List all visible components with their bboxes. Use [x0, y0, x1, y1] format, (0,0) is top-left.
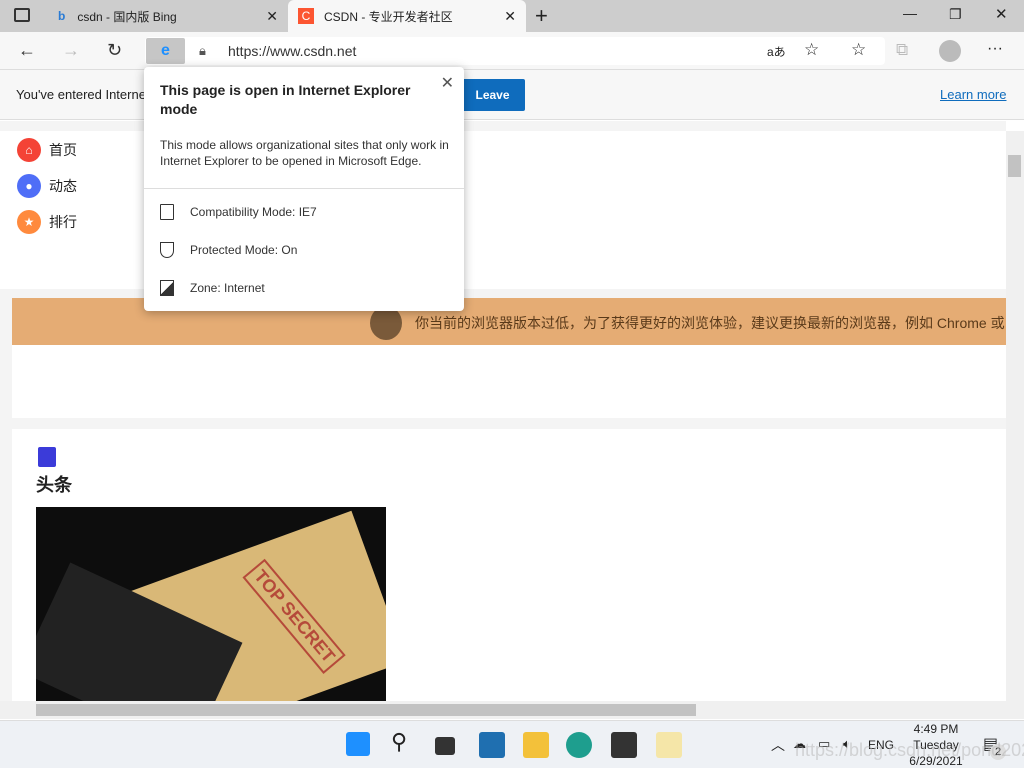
file-explorer-icon[interactable]	[523, 732, 549, 758]
close-tab-icon[interactable]: ✕	[266, 8, 278, 25]
url-text[interactable]: https://www.csdn.net	[228, 43, 356, 59]
search-icon[interactable]: ⚲	[391, 729, 407, 755]
monkey-icon	[370, 306, 402, 340]
avatar[interactable]	[939, 40, 961, 62]
ie-mode-popup: This page is open in Internet Explorer m…	[144, 67, 464, 311]
bing-icon: b	[58, 9, 66, 23]
start-icon[interactable]	[346, 732, 370, 756]
lock-icon[interactable]: 🔒︎	[199, 43, 206, 59]
section-title: 头条	[36, 475, 72, 495]
infobar-text: You've entered Internet Explorer mode	[16, 87, 144, 102]
zone-item: Zone: Internet	[160, 280, 265, 296]
read-aloud-icon[interactable]: aあ	[767, 43, 786, 60]
home-icon: ⌂	[17, 138, 41, 162]
file-icon	[160, 204, 174, 220]
task-view-icon[interactable]	[435, 737, 455, 755]
vertical-scrollbar[interactable]	[1006, 131, 1024, 701]
language-indicator[interactable]: ENG	[868, 738, 894, 752]
planet-icon: ●	[17, 174, 41, 198]
document-icon	[38, 447, 56, 467]
shield-icon	[160, 242, 174, 258]
sidebar-item-feed[interactable]: ● 动态	[17, 174, 77, 198]
chevron-up-icon[interactable]: ︿	[771, 735, 785, 755]
tab-actions-icon[interactable]	[14, 8, 30, 22]
clock[interactable]: 4:49 PM Tuesday 6/29/2021	[906, 721, 966, 769]
onedrive-icon[interactable]: ☁	[793, 736, 806, 752]
protected-mode-item: Protected Mode: On	[160, 242, 297, 258]
close-window-button[interactable]: ✕	[995, 5, 1008, 23]
headline-image[interactable]: TOP SECRET	[36, 507, 386, 701]
forward-button[interactable]: →	[62, 40, 80, 61]
more-icon[interactable]: ···	[987, 40, 1003, 58]
close-popup-icon[interactable]: ✕	[441, 73, 454, 93]
sidebar-item-rank[interactable]: ★ 排行	[17, 210, 77, 234]
close-tab-icon[interactable]: ✕	[504, 8, 516, 25]
widgets-icon[interactable]	[479, 732, 505, 758]
tab-csdn[interactable]: C CSDN - 专业开发者社区 ✕	[288, 0, 526, 32]
back-button[interactable]: ←	[18, 40, 36, 61]
collections-icon[interactable]: ⧉	[896, 40, 908, 60]
csdn-icon: C	[298, 8, 314, 24]
edge-icon[interactable]	[566, 732, 592, 758]
add-favorite-icon[interactable]: ☆	[804, 40, 819, 60]
notification-badge: 2	[990, 744, 1006, 760]
ie-mode-icon[interactable]: e	[146, 38, 185, 64]
compat-mode-item: Compatibility Mode: IE7	[160, 204, 317, 220]
learn-more-link[interactable]: Learn more	[940, 87, 1006, 102]
tab-bing[interactable]: b csdn - 国内版 Bing ✕	[48, 0, 288, 32]
minimize-button[interactable]: —	[903, 5, 917, 21]
new-tab-button[interactable]: +	[535, 3, 548, 29]
leave-button[interactable]: Leave	[460, 79, 525, 111]
store-icon[interactable]	[611, 732, 637, 758]
horizontal-scrollbar[interactable]	[0, 701, 1024, 719]
network-icon[interactable]: ▭	[818, 736, 830, 752]
favorites-icon[interactable]: ☆	[851, 40, 866, 60]
restore-button[interactable]: ❐	[949, 6, 962, 23]
refresh-button[interactable]: ↻	[107, 40, 122, 61]
sidebar-item-home[interactable]: ⌂ 首页	[17, 138, 77, 162]
medal-icon: ★	[17, 210, 41, 234]
zone-icon	[160, 280, 174, 296]
volume-icon[interactable]: 🔈︎	[843, 736, 851, 752]
notepad-icon[interactable]	[656, 732, 682, 758]
